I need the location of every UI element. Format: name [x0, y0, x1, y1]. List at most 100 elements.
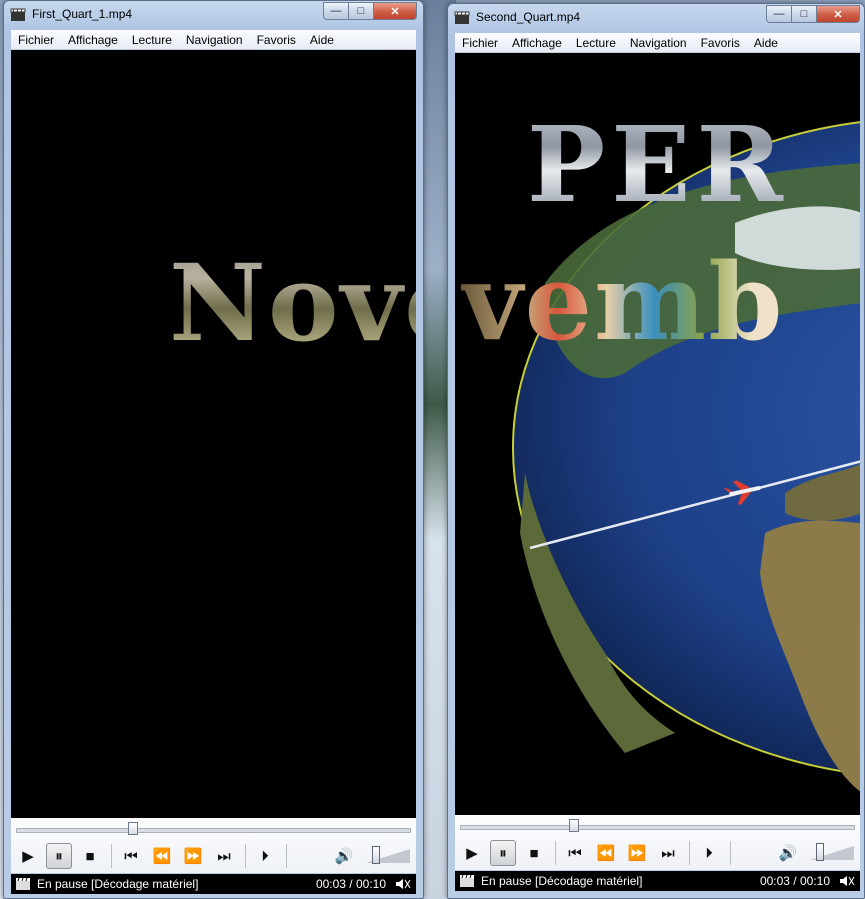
volume-handle[interactable] — [372, 846, 380, 864]
clapperboard-icon — [10, 8, 26, 21]
speaker-status-icon — [396, 879, 411, 889]
separator — [111, 844, 112, 868]
menu-fichier[interactable]: Fichier — [455, 36, 505, 50]
fast-forward-icon: ⏩ — [627, 845, 647, 862]
seek-bar[interactable] — [460, 825, 855, 830]
stop-icon: ■ — [529, 844, 539, 862]
rewind-icon: ⏪ — [152, 848, 172, 865]
rewind-icon: ⏪ — [596, 845, 616, 862]
window-title: First_Quart_1.mp4 — [32, 7, 133, 21]
menu-lecture[interactable]: Lecture — [125, 33, 179, 47]
next-button[interactable]: ⏭ — [655, 840, 681, 866]
maximize-button[interactable]: □ — [348, 2, 374, 20]
menu-bar: Fichier Affichage Lecture Navigation Fav… — [455, 33, 860, 53]
play-button[interactable]: ▶ — [15, 843, 41, 869]
volume-handle[interactable] — [816, 843, 824, 861]
separator — [286, 844, 287, 868]
play-icon: ▶ — [22, 848, 34, 865]
minimize-button[interactable]: — — [766, 5, 792, 23]
status-text: En pause [Décodage matériel] — [37, 877, 199, 891]
menu-aide[interactable]: Aide — [303, 33, 341, 47]
control-panel: ▶ ⏸ ■ ⏮ ⏪ ⏩ ⏭ ⏵ 🔊 — [455, 815, 860, 870]
stop-icon: ■ — [85, 847, 95, 865]
skip-back-icon: ⏮ — [568, 844, 582, 862]
stop-button[interactable]: ■ — [77, 843, 103, 869]
menu-fichier[interactable]: Fichier — [11, 33, 61, 47]
stop-button[interactable]: ■ — [521, 840, 547, 866]
menu-navigation[interactable]: Navigation — [179, 33, 250, 47]
seek-bar[interactable] — [16, 828, 411, 833]
frame-step-icon: ⏵ — [705, 844, 713, 862]
title-bar[interactable]: First_Quart_1.mp4 — □ ✕ — [4, 1, 423, 29]
frame-step-button[interactable]: ⏵ — [696, 840, 722, 866]
player-window-1: First_Quart_1.mp4 — □ ✕ Fichier Affichag… — [3, 0, 424, 899]
separator — [689, 841, 690, 865]
close-icon: ✕ — [833, 8, 843, 21]
menu-navigation[interactable]: Navigation — [623, 36, 694, 50]
mute-button[interactable]: 🔊 — [331, 843, 357, 869]
maximize-button[interactable]: □ — [791, 5, 817, 23]
forward-button[interactable]: ⏩ — [180, 843, 206, 869]
pause-button[interactable]: ⏸ — [490, 840, 516, 866]
video-overlay-title: PER — [527, 103, 789, 226]
frame-step-icon: ⏵ — [261, 847, 269, 865]
rewind-button[interactable]: ⏪ — [149, 843, 175, 869]
menu-favoris[interactable]: Favoris — [250, 33, 303, 47]
mute-button[interactable]: 🔊 — [775, 840, 801, 866]
previous-button[interactable]: ⏮ — [562, 840, 588, 866]
menu-favoris[interactable]: Favoris — [694, 36, 747, 50]
menu-lecture[interactable]: Lecture — [569, 36, 623, 50]
skip-forward-icon: ⏭ — [217, 847, 231, 865]
menu-affichage[interactable]: Affichage — [505, 36, 569, 50]
separator — [555, 841, 556, 865]
skip-forward-icon: ⏭ — [661, 844, 675, 862]
video-area[interactable]: Nove — [11, 50, 416, 818]
clapperboard-icon — [454, 11, 470, 24]
pause-icon: ⏸ — [55, 847, 63, 865]
time-display: 00:03 / 00:10 — [315, 877, 386, 891]
minimize-button[interactable]: — — [323, 2, 349, 20]
rewind-button[interactable]: ⏪ — [593, 840, 619, 866]
volume-slider[interactable] — [362, 843, 412, 869]
speaker-status-icon — [840, 876, 855, 886]
status-text: En pause [Décodage matériel] — [481, 874, 643, 888]
close-button[interactable]: ✕ — [373, 2, 417, 20]
status-bar: En pause [Décodage matériel] 00:03 / 00:… — [11, 874, 416, 894]
title-bar[interactable]: Second_Quart.mp4 — □ ✕ — [448, 4, 864, 32]
volume-icon: 🔊 — [334, 848, 354, 865]
close-button[interactable]: ✕ — [816, 5, 860, 23]
fast-forward-icon: ⏩ — [183, 848, 203, 865]
seek-handle[interactable] — [128, 822, 138, 835]
volume-icon: 🔊 — [778, 845, 798, 862]
pause-icon: ⏸ — [499, 844, 507, 862]
video-area[interactable]: PER vemb — [455, 53, 860, 815]
frame-step-button[interactable]: ⏵ — [252, 843, 278, 869]
status-bar: En pause [Décodage matériel] 00:03 / 00:… — [455, 871, 860, 891]
minimize-icon: — — [773, 8, 785, 20]
maximize-icon: □ — [357, 5, 365, 17]
play-button[interactable]: ▶ — [459, 840, 485, 866]
skip-back-icon: ⏮ — [124, 847, 138, 865]
volume-slider[interactable] — [806, 840, 856, 866]
video-overlay-text: Nove — [169, 240, 416, 365]
maximize-icon: □ — [800, 8, 808, 20]
player-window-2: Second_Quart.mp4 — □ ✕ Fichier Affichage… — [447, 3, 865, 899]
menu-affichage[interactable]: Affichage — [61, 33, 125, 47]
time-display: 00:03 / 00:10 — [759, 874, 830, 888]
previous-button[interactable]: ⏮ — [118, 843, 144, 869]
clapperboard-icon — [460, 874, 474, 887]
play-icon: ▶ — [466, 845, 478, 862]
seek-handle[interactable] — [569, 819, 579, 832]
window-title: Second_Quart.mp4 — [476, 10, 581, 24]
separator — [245, 844, 246, 868]
separator — [730, 841, 731, 865]
clapperboard-icon — [16, 877, 30, 890]
minimize-icon: — — [330, 5, 342, 17]
forward-button[interactable]: ⏩ — [624, 840, 650, 866]
control-panel: ▶ ⏸ ■ ⏮ ⏪ ⏩ ⏭ ⏵ 🔊 — [11, 818, 416, 873]
pause-button[interactable]: ⏸ — [46, 843, 72, 869]
menu-bar: Fichier Affichage Lecture Navigation Fav… — [11, 30, 416, 50]
menu-aide[interactable]: Aide — [747, 36, 785, 50]
next-button[interactable]: ⏭ — [211, 843, 237, 869]
close-icon: ✕ — [390, 5, 400, 18]
